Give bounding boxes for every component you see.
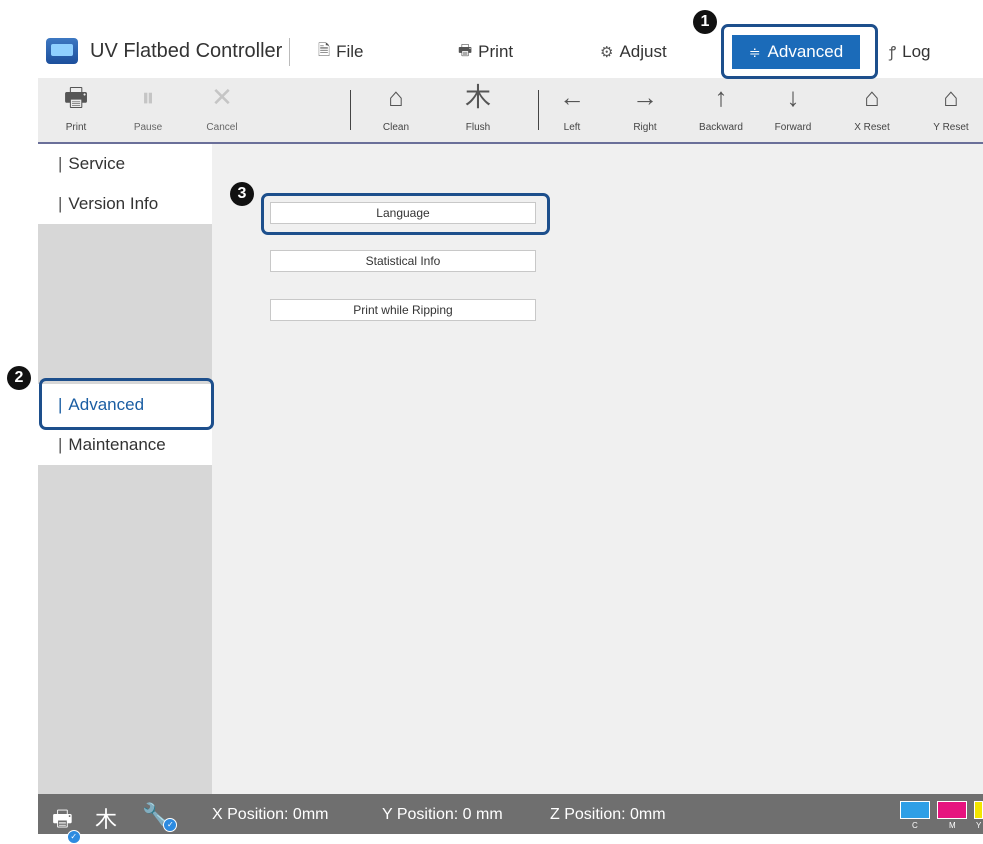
- ink-magenta-label: M: [949, 821, 956, 830]
- cancel-x-icon: ✕: [211, 82, 233, 112]
- callout-number-1: 1: [693, 10, 717, 34]
- ink-magenta-level: [937, 801, 967, 819]
- menu-log[interactable]: ꝭ Log: [889, 40, 931, 64]
- toolbar-left-button[interactable]: ← Left: [544, 80, 600, 140]
- sidebar-item-version-info[interactable]: | Version Info: [38, 184, 212, 224]
- arrow-up-icon: ↑: [714, 82, 728, 112]
- toolbar-label: Clean: [382, 122, 410, 133]
- sidebar: | Service | Version Info | Advanced | Ma…: [38, 144, 212, 794]
- sidebar-item-service[interactable]: | Service: [38, 144, 212, 184]
- menu-adjust[interactable]: ⚙ Adjust: [600, 40, 667, 64]
- arrow-down-icon: ↓: [786, 82, 800, 112]
- main-content: Language Statistical Info Print while Ri…: [212, 144, 983, 794]
- sidebar-item-label: Service: [68, 154, 126, 173]
- callout-frame-advanced-menu: [721, 24, 878, 79]
- file-icon: 🗎: [318, 41, 331, 59]
- toolbar-pause-button[interactable]: ⏸ Pause: [120, 80, 176, 140]
- printer-icon: 🖶: [63, 82, 89, 112]
- toolbar-label: Backward: [699, 122, 743, 133]
- item-marker: |: [58, 194, 63, 213]
- app-title: UV Flatbed Controller: [90, 40, 283, 62]
- z-position-readout: Z Position: 0mm: [550, 806, 666, 823]
- toolbar-right-button[interactable]: → Right: [617, 80, 673, 140]
- callout-number-2: 2: [7, 366, 31, 390]
- menu-log-label: Log: [902, 42, 931, 61]
- ink-cyan-level: [900, 801, 930, 819]
- menu-adjust-label: Adjust: [619, 42, 667, 61]
- y-position-readout: Y Position: 0 mm: [382, 806, 503, 823]
- flush-icon: ⽊: [464, 82, 491, 112]
- toolbar-label: Y Reset: [933, 122, 969, 133]
- callout-frame-advanced-sidebar: [39, 378, 214, 430]
- app-logo-icon: [46, 38, 78, 64]
- printer-status-icon[interactable]: 🖶 ✓: [52, 802, 81, 844]
- maintenance-status-icon[interactable]: 🔧 ✓: [142, 802, 178, 832]
- toolbar-label: Cancel: [206, 122, 238, 133]
- toolbar-forward-button[interactable]: ↓ Forward: [765, 80, 821, 140]
- toolbar-clean-button[interactable]: ⌂ Clean: [368, 80, 424, 140]
- menu-print-label: Print: [478, 42, 514, 61]
- menu-file[interactable]: 🗎 File: [318, 40, 363, 64]
- toolbar-cancel-button[interactable]: ✕ Cancel: [194, 80, 250, 140]
- toolbar-y-reset-button[interactable]: ⌂ Y Reset: [923, 80, 979, 140]
- toolbar-x-reset-button[interactable]: ⌂ X Reset: [844, 80, 900, 140]
- toolbar-divider: [538, 90, 539, 130]
- menu-print[interactable]: 🖶 Print: [458, 40, 513, 64]
- toolbar-label: Flush: [465, 122, 491, 133]
- gear-icon: ⚙: [600, 44, 614, 61]
- sidebar-item-maintenance[interactable]: | Maintenance: [38, 425, 212, 465]
- toolbar-backward-button[interactable]: ↑ Backward: [693, 80, 749, 140]
- toolbar-print-button[interactable]: 🖶 Print: [48, 80, 104, 140]
- title-divider: [289, 38, 290, 66]
- toolbar-label: Pause: [133, 122, 163, 133]
- ink-yellow-label: Y: [976, 821, 982, 830]
- toolbar-label: X Reset: [854, 122, 890, 133]
- statistical-info-button[interactable]: Statistical Info: [270, 250, 536, 272]
- home-x-icon: ⌂: [864, 82, 880, 112]
- toolbar-label: Print: [65, 122, 87, 133]
- ink-cyan-label: C: [912, 821, 918, 830]
- sidebar-item-label: Version Info: [68, 194, 159, 213]
- toolbar-label: Right: [633, 122, 657, 133]
- ink-yellow-level: [974, 801, 983, 819]
- toolbar-flush-button[interactable]: ⽊ Flush: [450, 80, 506, 140]
- check-badge-icon: ✓: [163, 818, 178, 832]
- flush-status-icon[interactable]: ⽊: [95, 802, 117, 834]
- status-bar: 🖶 ✓ ⽊ 🔧 ✓ X Position: 0mm Y Position: 0 mm…: [38, 794, 983, 844]
- toolbar-divider: [350, 90, 351, 130]
- print-while-ripping-button[interactable]: Print while Ripping: [270, 299, 536, 321]
- pause-icon: ⏸: [141, 82, 155, 112]
- key-icon: ꝭ: [889, 44, 897, 61]
- print-icon: 🖶: [458, 41, 473, 59]
- toolbar-label: Forward: [774, 122, 812, 133]
- sidebar-item-label: Maintenance: [68, 435, 166, 454]
- arrow-left-icon: ←: [559, 82, 585, 112]
- check-badge-icon: ✓: [66, 830, 81, 844]
- x-position-readout: X Position: 0mm: [212, 806, 329, 823]
- toolbar: 🖶 Print ⏸ Pause ✕ Cancel ⌂ Clean ⽊ Flush…: [38, 78, 983, 144]
- callout-number-3: 3: [230, 182, 254, 206]
- item-marker: |: [58, 154, 63, 173]
- arrow-right-icon: →: [632, 82, 658, 112]
- toolbar-label: Left: [563, 122, 581, 133]
- item-marker: |: [58, 435, 63, 454]
- clean-icon: ⌂: [388, 82, 404, 112]
- home-y-icon: ⌂: [943, 82, 959, 112]
- menu-file-label: File: [336, 42, 364, 61]
- callout-frame-language: [261, 193, 550, 235]
